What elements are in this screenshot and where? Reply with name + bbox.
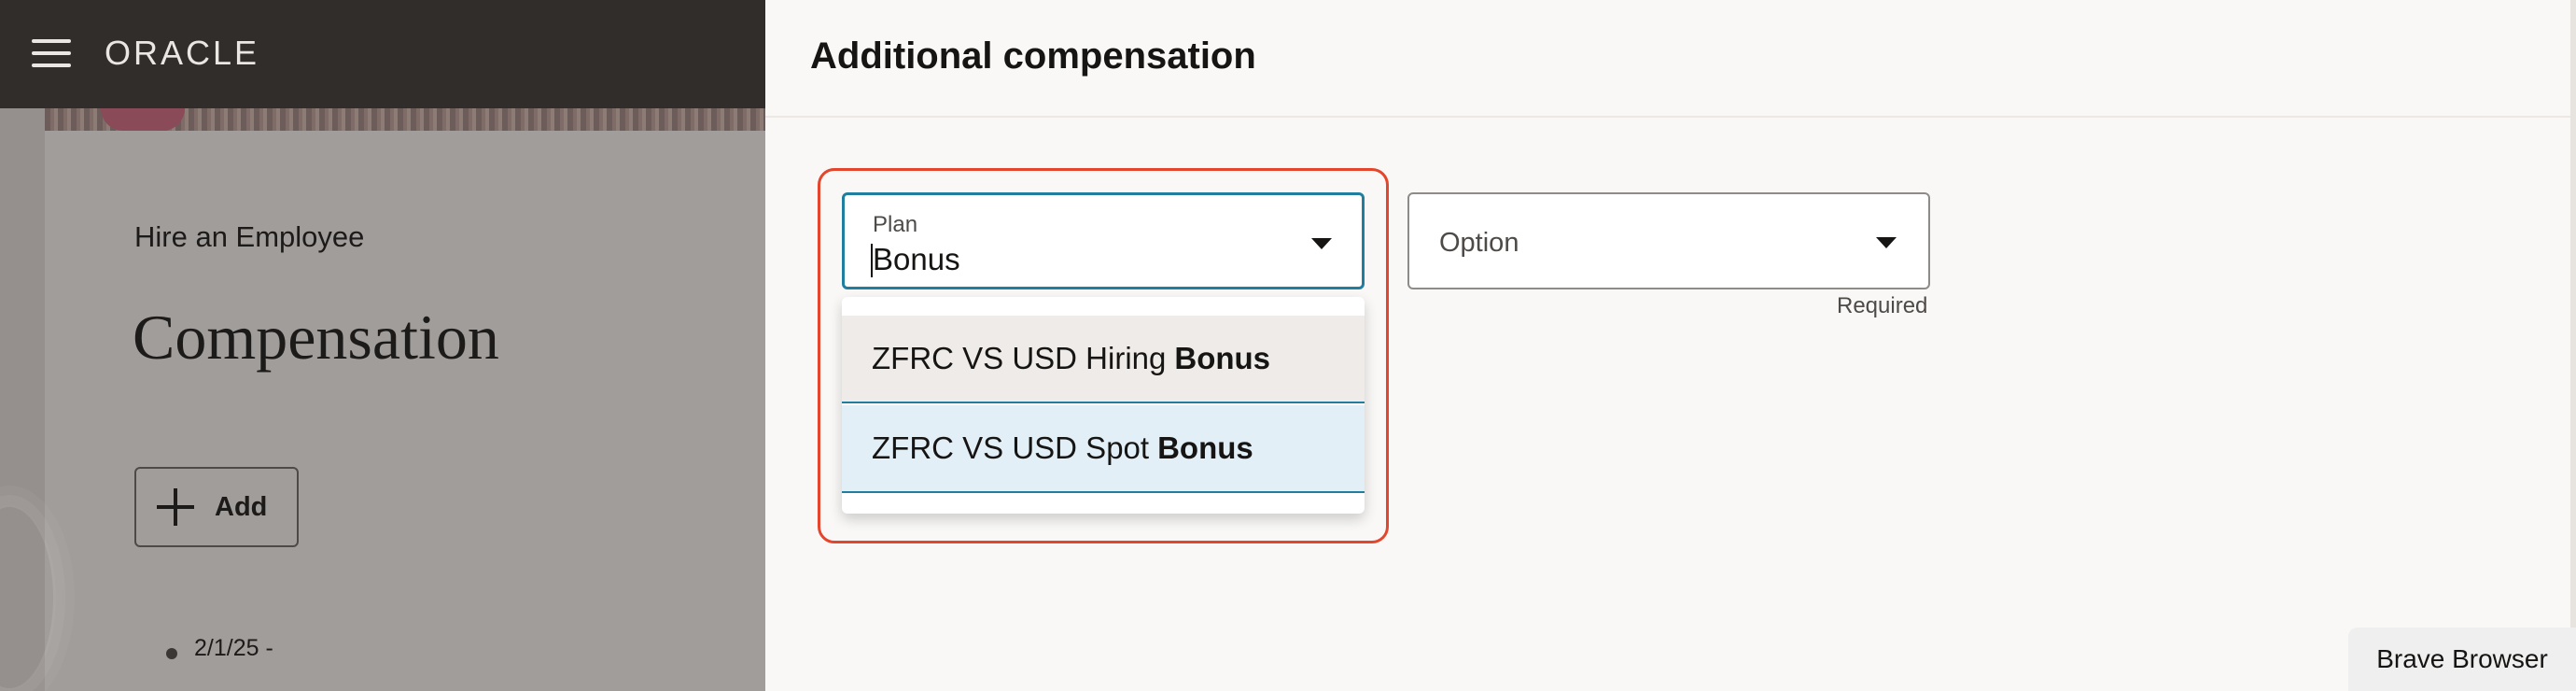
option-combobox[interactable]: Option <box>1407 192 1930 289</box>
fingerprint-decoration <box>0 504 56 691</box>
option-match: Bonus <box>1157 430 1253 465</box>
dropdown-option[interactable]: ZFRC VS USD Hiring Bonus <box>842 316 1365 403</box>
drawer-header: Additional compensation <box>765 0 2576 118</box>
dropdown-option[interactable]: ZFRC VS USD Spot Bonus <box>842 405 1365 493</box>
list-bullet <box>166 648 177 659</box>
oracle-logo[interactable]: ORACLE <box>105 34 259 73</box>
chevron-down-icon[interactable] <box>1876 237 1897 248</box>
background-page: ORACLE Hire an Employee Compensation Add… <box>0 0 765 691</box>
browser-label: Brave Browser <box>2348 628 2576 691</box>
option-text: ZFRC VS USD Spot <box>872 430 1150 465</box>
plan-input-value[interactable]: Bonus <box>873 242 960 277</box>
chevron-down-icon[interactable] <box>1311 238 1332 249</box>
plan-dropdown-list: ZFRC VS USD Hiring Bonus ZFRC VS USD Spo… <box>842 297 1365 514</box>
plan-combobox[interactable]: Plan Bonus <box>842 192 1365 289</box>
hamburger-icon[interactable] <box>32 39 71 67</box>
drawer-title: Additional compensation <box>810 35 1256 77</box>
list-item-date: 2/1/25 - <box>194 635 273 661</box>
add-button[interactable]: Add <box>134 467 299 547</box>
option-text: ZFRC VS USD Hiring <box>872 341 1167 375</box>
option-placeholder: Option <box>1439 228 1519 258</box>
decorative-banner <box>45 108 765 131</box>
breadcrumb: Hire an Employee <box>134 220 365 253</box>
additional-compensation-drawer: Additional compensation Plan Bonus Optio… <box>765 0 2576 691</box>
plan-label: Plan <box>873 212 918 237</box>
add-button-label: Add <box>215 491 268 522</box>
plus-icon <box>157 488 194 526</box>
option-match: Bonus <box>1174 341 1271 375</box>
global-header: ORACLE <box>0 0 765 108</box>
scrollbar[interactable] <box>2570 0 2576 691</box>
option-required-hint: Required <box>1837 293 1928 318</box>
page-title: Compensation <box>133 302 499 373</box>
